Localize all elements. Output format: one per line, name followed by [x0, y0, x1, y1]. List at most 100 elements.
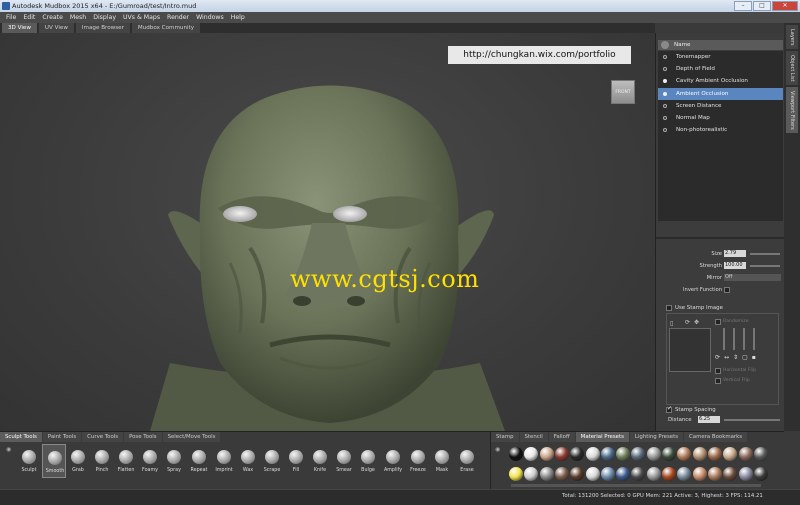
randomize-slider-2[interactable]	[733, 328, 735, 350]
material-swatch[interactable]	[646, 467, 661, 481]
menu-windows[interactable]: Windows	[196, 12, 224, 23]
material-swatch[interactable]	[707, 467, 722, 481]
tab-viewport-filters[interactable]: Viewport Filters	[786, 87, 798, 133]
3d-viewport[interactable]: http://chungkan.wix.com/portfolio FRONT …	[0, 33, 655, 431]
tab-lighting-presets[interactable]: Lighting Presets	[629, 432, 684, 442]
tab-layers[interactable]: Layers	[786, 25, 798, 49]
material-swatch[interactable]	[677, 467, 692, 481]
material-swatch[interactable]	[723, 467, 738, 481]
menu-uvs-maps[interactable]: UVs & Maps	[123, 12, 160, 23]
material-swatch[interactable]	[509, 447, 523, 461]
menu-file[interactable]: File	[6, 12, 16, 23]
menu-display[interactable]: Display	[93, 12, 116, 23]
shelf-menu-icon[interactable]: ◉	[6, 446, 11, 453]
menu-edit[interactable]: Edit	[23, 12, 35, 23]
invert-function-checkbox[interactable]	[724, 287, 730, 293]
vertical-flip-checkbox[interactable]	[715, 378, 721, 384]
material-swatch[interactable]	[570, 467, 585, 481]
tab-camera-bookmarks[interactable]: Camera Bookmarks	[684, 432, 748, 442]
material-swatch[interactable]	[631, 447, 646, 461]
material-swatch[interactable]	[677, 447, 692, 461]
filter-tonemapper[interactable]: Tonemapper	[658, 51, 783, 63]
tab-object-list[interactable]: Object List	[786, 51, 798, 85]
strength-input[interactable]: 100.00	[724, 262, 746, 269]
filter-screen-distance[interactable]: Screen Distance	[658, 100, 783, 112]
material-swatch[interactable]	[600, 447, 615, 461]
filter-depth-of-field[interactable]: Depth of Field	[658, 63, 783, 75]
tab-stencil[interactable]: Stencil	[519, 432, 548, 442]
toggle-icon[interactable]	[663, 128, 667, 133]
material-swatch[interactable]	[646, 447, 661, 461]
visibility-eye-icon[interactable]	[661, 41, 669, 49]
material-swatch[interactable]	[524, 447, 539, 461]
view-cube[interactable]: FRONT	[611, 80, 635, 104]
material-swatch[interactable]	[631, 467, 646, 481]
tab-falloff[interactable]: Falloff	[548, 432, 575, 442]
material-swatch[interactable]	[585, 467, 600, 481]
filter-non-photorealistic[interactable]: Non-photorealistic	[658, 124, 783, 136]
material-swatch[interactable]	[692, 447, 707, 461]
toggle-icon[interactable]	[663, 67, 667, 72]
tab-mudbox-community[interactable]: Mudbox Community	[131, 23, 201, 33]
material-swatch[interactable]	[585, 447, 600, 461]
material-swatch[interactable]	[616, 447, 631, 461]
distance-slider[interactable]	[724, 419, 780, 421]
menu-help[interactable]: Help	[231, 12, 245, 23]
maximize-button[interactable]: □	[753, 1, 771, 11]
tab-3d-view[interactable]: 3D View	[2, 23, 37, 33]
distance-input[interactable]: 6.25	[698, 416, 720, 423]
material-swatch[interactable]	[554, 447, 569, 461]
material-swatch[interactable]	[723, 447, 738, 461]
material-swatch[interactable]	[707, 447, 722, 461]
material-shelf-menu-icon[interactable]: ◉	[495, 446, 500, 453]
stamp-transform-icons[interactable]: ⟳↔⇕▢▪	[715, 354, 760, 361]
menu-create[interactable]: Create	[42, 12, 63, 23]
material-swatch[interactable]	[662, 467, 676, 481]
menu-render[interactable]: Render	[167, 12, 189, 23]
material-swatch[interactable]	[539, 447, 554, 461]
material-swatch[interactable]	[753, 467, 768, 481]
toggle-icon[interactable]	[663, 115, 667, 120]
material-swatch[interactable]	[692, 467, 707, 481]
toggle-icon[interactable]	[663, 103, 667, 108]
stamp-spacing-checkbox[interactable]	[666, 405, 672, 413]
material-swatch[interactable]	[738, 467, 753, 481]
material-swatch[interactable]	[554, 467, 569, 481]
minimize-button[interactable]: –	[734, 1, 752, 11]
tab-paint-tools[interactable]: Paint Tools	[42, 432, 82, 442]
tab-uv-view[interactable]: UV View	[38, 23, 74, 33]
mirror-select[interactable]: Off	[724, 274, 781, 281]
filter-cavity-ambient-occlusion[interactable]: Cavity Ambient Occlusion	[658, 75, 783, 87]
randomize-slider-1[interactable]	[723, 328, 725, 350]
use-stamp-image-checkbox[interactable]	[666, 305, 672, 311]
tab-image-browser[interactable]: Image Browser	[75, 23, 130, 33]
tab-sculpt-tools[interactable]: Sculpt Tools	[0, 432, 42, 442]
material-swatch[interactable]	[524, 467, 539, 481]
toggle-icon[interactable]	[663, 79, 667, 84]
randomize-slider-3[interactable]	[743, 328, 745, 350]
material-swatch[interactable]	[753, 447, 768, 461]
size-slider[interactable]	[750, 253, 780, 255]
material-swatch[interactable]	[539, 467, 554, 481]
stamp-folder-icon[interactable]: ▯	[670, 320, 673, 327]
material-shelf-scrollbar[interactable]	[511, 484, 761, 487]
material-swatch[interactable]	[509, 467, 523, 481]
tab-curve-tools[interactable]: Curve Tools	[82, 432, 124, 442]
material-swatch[interactable]	[662, 447, 676, 461]
tab-select-move-tools[interactable]: Select/Move Tools	[162, 432, 221, 442]
material-swatch[interactable]	[600, 467, 615, 481]
filter-ambient-occlusion[interactable]: Ambient Occlusion	[658, 87, 783, 100]
tool-erase[interactable]: Erase	[455, 444, 479, 478]
toggle-icon[interactable]	[663, 91, 667, 96]
rotate-icon[interactable]: ⟳	[685, 319, 690, 326]
randomize-slider-4[interactable]	[753, 328, 755, 350]
randomize-checkbox[interactable]	[715, 319, 721, 325]
material-swatch[interactable]	[570, 447, 585, 461]
menu-mesh[interactable]: Mesh	[70, 12, 86, 23]
material-swatch[interactable]	[616, 467, 631, 481]
horizontal-flip-checkbox[interactable]	[715, 368, 721, 374]
tool-sculpt[interactable]: Sculpt	[17, 444, 41, 478]
tab-pose-tools[interactable]: Pose Tools	[124, 432, 162, 442]
tab-stamp[interactable]: Stamp	[491, 432, 519, 442]
toggle-icon[interactable]	[663, 55, 667, 59]
